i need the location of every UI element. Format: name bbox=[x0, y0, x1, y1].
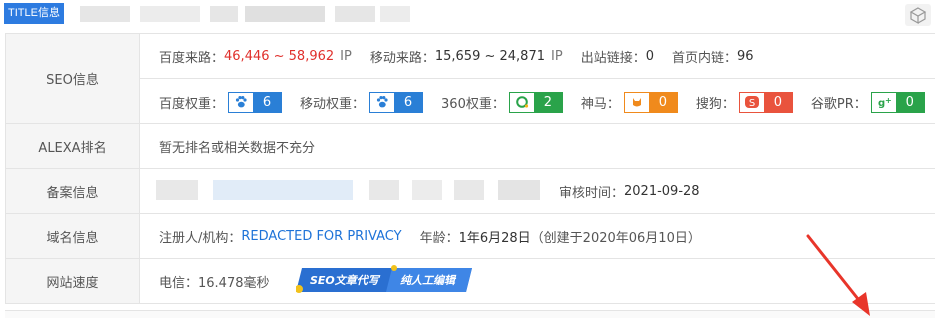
seo-label: SEO信息 bbox=[6, 34, 140, 123]
mobile-weight-value: 6 bbox=[394, 92, 423, 112]
red-arrow bbox=[806, 234, 870, 316]
promo-left-text: SEO文章代写 bbox=[310, 274, 381, 287]
ip-unit: IP bbox=[551, 48, 563, 64]
icp-row: 备案信息 审核时间： 2021-09-28 bbox=[6, 169, 935, 214]
sogou-label: 搜狗： bbox=[695, 96, 735, 112]
speed-label: 网站速度 bbox=[6, 259, 140, 303]
blurred-icp-block bbox=[454, 180, 484, 200]
sogou-badge[interactable]: S 0 bbox=[738, 91, 793, 113]
registrant-value[interactable]: REDACTED FOR PRIVACY bbox=[241, 229, 401, 244]
blurred-icp-block bbox=[498, 180, 540, 200]
360-weight-value: 2 bbox=[533, 92, 562, 112]
mobile-traffic-label: 移动来路： bbox=[369, 50, 435, 66]
mobile-weight-label: 移动权重： bbox=[300, 96, 366, 112]
mobile-traffic-value: 15,659 ~ 24,871 bbox=[434, 48, 545, 64]
domain-age-label: 年龄： bbox=[419, 230, 459, 246]
alexa-label: ALEXA排名 bbox=[6, 124, 140, 168]
blurred-title-block bbox=[380, 6, 410, 22]
review-time-value: 2021-09-28 bbox=[624, 183, 700, 199]
alexa-row: ALEXA排名 暂无排名或相关数据不充分 bbox=[6, 124, 935, 169]
registrant-label: 注册人/机构： bbox=[159, 230, 242, 246]
paw-icon bbox=[229, 92, 254, 112]
360-weight-badge[interactable]: 2 bbox=[508, 91, 563, 113]
shenma-badge[interactable]: 0 bbox=[623, 91, 678, 113]
blurred-icp-block bbox=[213, 180, 353, 200]
shenma-label: 神马： bbox=[580, 96, 620, 112]
header: TITLE信息 bbox=[0, 0, 935, 30]
home-links-value: 96 bbox=[737, 48, 754, 64]
blurred-icp-block bbox=[369, 180, 399, 200]
svg-text:+: + bbox=[885, 96, 892, 105]
mobile-weight-badge[interactable]: 6 bbox=[369, 91, 424, 113]
icp-review-time: 审核时间： 2021-09-28 bbox=[559, 180, 700, 202]
svg-text:S: S bbox=[749, 98, 755, 109]
alexa-value: 暂无排名或相关数据不充分 bbox=[159, 140, 316, 156]
cube-icon[interactable] bbox=[905, 4, 931, 26]
seo-writing-promo-banner[interactable]: SEO文章代写 纯人工编辑 bbox=[296, 264, 478, 294]
blurred-title-block bbox=[80, 6, 130, 22]
blurred-title-block bbox=[245, 6, 325, 22]
shenma-value: 0 bbox=[648, 92, 677, 112]
seo-traffic-line: 百度来路： 46,446 ~ 58,962 IP 移动来路： 15,659 ~ … bbox=[159, 45, 772, 67]
blurred-title-block bbox=[140, 6, 200, 22]
paw-icon bbox=[370, 92, 395, 112]
baidu-weight-value: 6 bbox=[253, 92, 282, 112]
blurred-title-block bbox=[210, 6, 238, 22]
row-divider bbox=[140, 78, 935, 79]
google-pr-badge[interactable]: g + 0 bbox=[870, 91, 925, 113]
google-plus-icon: g + bbox=[871, 92, 896, 112]
baidu-traffic-value: 46,446 ~ 58,962 bbox=[224, 48, 335, 64]
360-icon bbox=[509, 92, 534, 112]
blurred-icp-block bbox=[156, 180, 198, 200]
review-time-label: 审核时间： bbox=[559, 185, 625, 201]
domain-label: 域名信息 bbox=[6, 214, 140, 258]
shenma-icon bbox=[624, 92, 649, 112]
blurred-title-block bbox=[335, 6, 375, 22]
domain-content: 注册人/机构： REDACTED FOR PRIVACY 年龄： 1年6月28日… bbox=[159, 225, 701, 247]
speed-content: 电信：16.478毫秒 bbox=[159, 270, 270, 292]
blurred-icp-block bbox=[412, 180, 442, 200]
icp-label: 备案信息 bbox=[6, 169, 140, 213]
360-weight-label: 360权重： bbox=[441, 96, 505, 112]
speed-row: 网站速度 电信：16.478毫秒 SEO文章代写 纯人工编辑 bbox=[6, 259, 935, 304]
google-pr-label: 谷歌PR： bbox=[810, 96, 867, 112]
seo-weights-line: 百度权重： 6 移动权重： 6 360权重： 2 神马： 0 搜狗： S 0 谷… bbox=[159, 91, 935, 113]
baidu-weight-badge[interactable]: 6 bbox=[228, 91, 283, 113]
google-pr-value: 0 bbox=[895, 92, 924, 112]
baidu-traffic-label: 百度来路： bbox=[159, 50, 225, 66]
outbound-links-label: 出站链接： bbox=[580, 50, 646, 66]
title-tag: TITLE信息 bbox=[4, 3, 64, 24]
domain-row: 域名信息 注册人/机构： REDACTED FOR PRIVACY 年龄： 1年… bbox=[6, 214, 935, 259]
promo-right-text: 纯人工编辑 bbox=[400, 274, 457, 287]
alexa-content: 暂无排名或相关数据不充分 bbox=[159, 135, 315, 157]
home-links-label: 首页内链： bbox=[671, 50, 737, 66]
sogou-icon: S bbox=[739, 92, 764, 112]
sogou-value: 0 bbox=[763, 92, 792, 112]
seo-row: SEO信息 百度来路： 46,446 ~ 58,962 IP 移动来路： 15,… bbox=[6, 34, 935, 124]
telecom-speed: 电信：16.478毫秒 bbox=[159, 275, 270, 291]
site-info-table: SEO信息 百度来路： 46,446 ~ 58,962 IP 移动来路： 15,… bbox=[5, 33, 935, 304]
outbound-links-value: 0 bbox=[645, 48, 654, 64]
ip-unit: IP bbox=[340, 48, 352, 64]
domain-created-text: （创建于2020年06月10日） bbox=[530, 230, 701, 246]
baidu-weight-label: 百度权重： bbox=[159, 96, 225, 112]
domain-age-value: 1年6月28日 bbox=[458, 230, 531, 246]
